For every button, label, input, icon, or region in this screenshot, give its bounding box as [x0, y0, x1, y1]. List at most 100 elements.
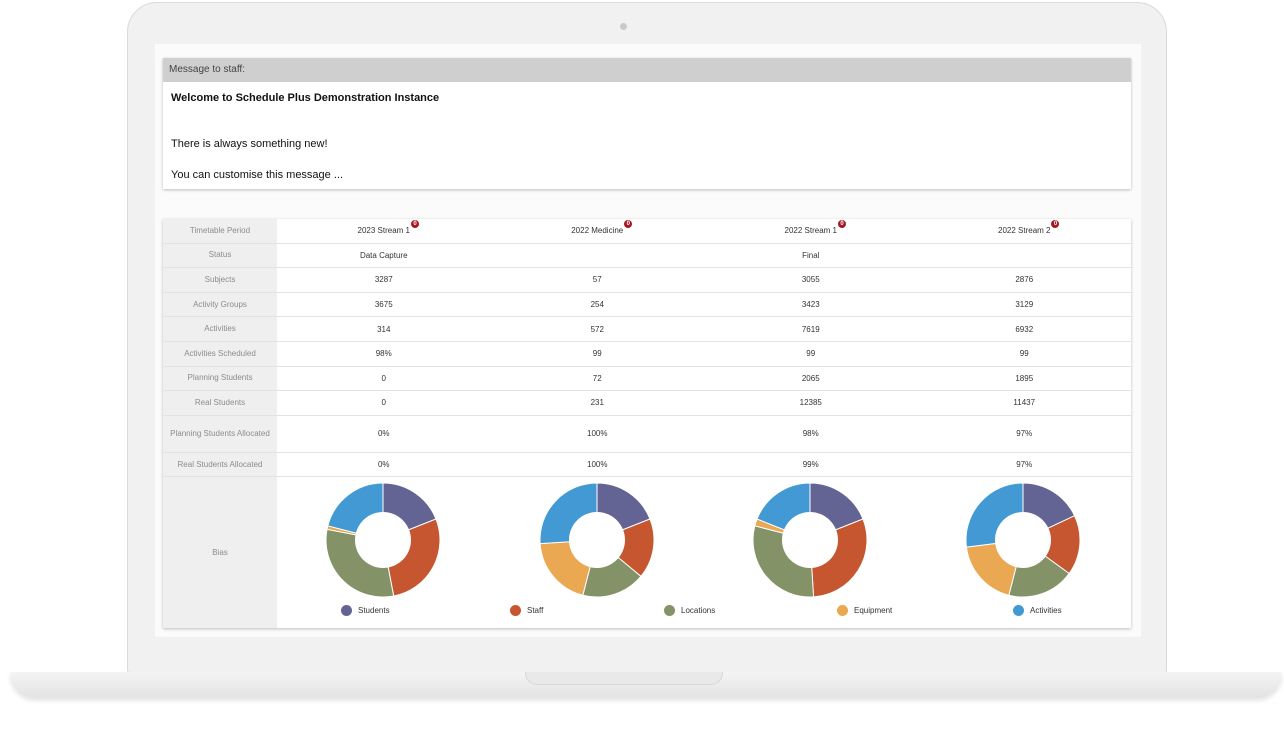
table-cell: 1895	[1015, 373, 1034, 383]
bias-row: Bias Students Staff Locations Equipment …	[163, 477, 1131, 629]
legend-label: Students	[358, 606, 390, 616]
legend-item-students[interactable]: Students	[341, 605, 390, 617]
legend-dot	[510, 605, 521, 617]
bias-donut-chart[interactable]	[540, 483, 654, 598]
row-label: Planning Students	[163, 366, 277, 391]
table-cell: 314	[377, 324, 391, 334]
legend-dot	[1013, 605, 1024, 617]
table-cell: 72	[592, 373, 602, 383]
table-cell: 2876	[1015, 275, 1034, 285]
notification-badge[interactable]: 0	[1051, 220, 1060, 229]
table-cell: 12385	[799, 398, 822, 408]
table-row: Subjects 3287 57 3055 2876	[163, 268, 1131, 293]
table-cell: 7619	[801, 324, 820, 334]
table-row: Status Data Capture Final	[163, 243, 1132, 269]
table-cell: 0%	[377, 460, 390, 470]
period-cell[interactable]: 2022 Stream 20	[918, 219, 1132, 243]
chart-legend: Students Staff Locations Equipment Activ…	[277, 605, 1131, 621]
period-cell[interactable]: 2022 Medicine 0	[491, 219, 705, 243]
staff-message-panel: Message to staff: Welcome to Schedule Pl…	[163, 58, 1131, 189]
table-cell: 100%	[587, 460, 608, 470]
table-cell: 254	[590, 300, 604, 310]
table-row: Activities 314 572 7619 6932	[163, 317, 1131, 342]
legend-dot	[341, 605, 352, 617]
legend-item-locations[interactable]: Locations	[664, 605, 716, 617]
message-header: Message to staff:	[163, 58, 1131, 82]
legend-item-equipment[interactable]: Equipment	[837, 605, 893, 617]
legend-item-staff[interactable]: Staff	[510, 605, 544, 617]
table-row: Real Students Allocated 0% 100% 99% 97%	[163, 452, 1131, 478]
timetable-summary-table: Timetable Period 2023 Stream 10 2022 Med…	[163, 219, 1132, 629]
message-line: You can customise this message ...	[171, 169, 344, 181]
table-row: Planning Students 0 72 2065 1895	[163, 366, 1131, 392]
table-cell: 57	[592, 275, 602, 285]
row-label: Activities	[163, 317, 277, 341]
table-cell: 99	[1019, 349, 1029, 359]
table-cell: 98%	[802, 429, 819, 439]
row-label: Planning Students Allocated	[163, 415, 277, 452]
row-label: Real Students	[163, 391, 277, 415]
message-body: Welcome to Schedule Plus Demonstration I…	[163, 82, 1131, 191]
table-row: Real Students 0 231 12385 11437	[163, 391, 1131, 416]
table-cell: Final	[802, 250, 820, 260]
period-cell[interactable]: 2022 Stream 10	[704, 219, 918, 243]
table-cell: 98%	[375, 349, 392, 359]
notification-badge[interactable]: 0	[410, 220, 419, 229]
row-label: Subjects	[163, 268, 277, 292]
table-cell	[491, 244, 705, 268]
table-cell: 2065	[801, 373, 820, 383]
row-label: Status	[163, 243, 277, 268]
table-header-row: Timetable Period 2023 Stream 10 2022 Med…	[163, 219, 1131, 244]
table-row: Activity Groups 3675 254 3423 3129	[163, 292, 1131, 318]
table-cell: 0	[381, 373, 386, 383]
row-label: Real Students Allocated	[163, 452, 277, 477]
legend-dot	[837, 605, 848, 617]
table-cell: 3129	[1015, 300, 1034, 310]
bias-donut-chart[interactable]	[966, 483, 1080, 598]
table-row: Activities Scheduled 98% 99 99 99	[163, 341, 1131, 367]
table-cell: 3675	[374, 300, 393, 310]
table-cell: 99	[592, 349, 602, 359]
table-row: Planning Students Allocated 0% 100% 98% …	[163, 415, 1131, 453]
table-cell: 99	[806, 349, 816, 359]
screen: Message to staff: Welcome to Schedule Pl…	[155, 44, 1141, 637]
table-cell: 11437	[1013, 398, 1036, 408]
row-label: Bias	[163, 477, 277, 629]
legend-label: Locations	[681, 606, 716, 616]
bias-donut-chart[interactable]	[753, 483, 867, 598]
table-cell: 572	[590, 324, 604, 334]
table-cell: 100%	[587, 429, 608, 439]
table-cell: 97%	[1016, 460, 1033, 470]
bias-charts: Students Staff Locations Equipment Activ…	[277, 477, 1131, 628]
legend-label: Activities	[1030, 606, 1062, 616]
notification-badge[interactable]: 0	[624, 220, 633, 229]
table-cell	[918, 244, 1132, 268]
table-cell: 0%	[377, 429, 390, 439]
legend-dot	[664, 605, 675, 617]
row-label: Timetable Period	[163, 219, 277, 243]
message-line: There is always something new!	[171, 138, 328, 150]
table-cell: 99%	[802, 460, 819, 470]
table-cell: 97%	[1016, 429, 1033, 439]
period-name[interactable]: 2022 Stream 2	[998, 226, 1050, 235]
legend-item-activities[interactable]: Activities	[1013, 605, 1062, 617]
bias-donut-chart[interactable]	[326, 483, 440, 598]
message-title: Welcome to Schedule Plus Demonstration I…	[171, 92, 440, 104]
row-label: Activity Groups	[163, 292, 277, 317]
period-name[interactable]: 2022 Stream 1	[785, 226, 837, 235]
period-name[interactable]: 2023 Stream 1	[358, 226, 410, 235]
table-cell: 3423	[801, 300, 820, 310]
table-cell: 6932	[1015, 324, 1034, 334]
period-name[interactable]: 2022 Medicine	[571, 226, 623, 235]
legend-label: Staff	[527, 606, 544, 616]
row-label: Activities Scheduled	[163, 341, 277, 366]
table-cell: Data Capture	[359, 250, 408, 260]
camera-icon	[620, 23, 627, 30]
period-cell[interactable]: 2023 Stream 10	[277, 219, 491, 243]
table-cell: 231	[590, 398, 604, 408]
legend-label: Equipment	[854, 606, 893, 616]
notification-badge[interactable]: 0	[837, 220, 846, 229]
table-cell: 3287	[374, 275, 393, 285]
table-cell: 3055	[801, 275, 820, 285]
table-cell: 0	[381, 398, 386, 408]
